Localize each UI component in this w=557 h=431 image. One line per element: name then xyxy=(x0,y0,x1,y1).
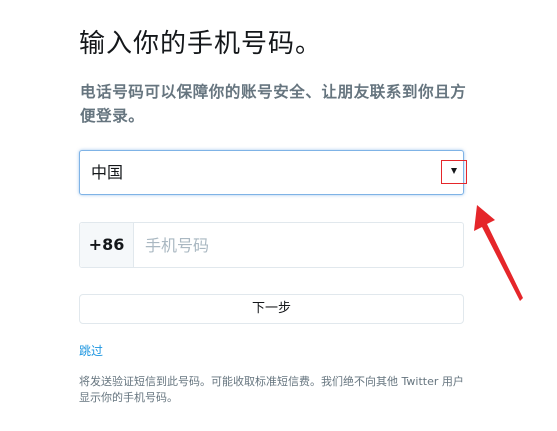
annotation-highlight-box xyxy=(441,160,467,184)
page-subtitle: 电话号码可以保障你的账号安全、让朋友联系到你且方便登录。 xyxy=(80,83,467,125)
country-select-value: 中国 xyxy=(91,163,124,182)
skip-link[interactable]: 跳过 xyxy=(79,343,103,359)
next-button[interactable]: 下一步 xyxy=(79,294,464,324)
phone-number-input[interactable] xyxy=(135,223,455,267)
annotation-arrow-icon xyxy=(474,205,523,301)
phone-number-group: +86 xyxy=(79,222,464,268)
country-code: +86 xyxy=(80,223,134,267)
sms-notice: 将发送验证短信到此号码。可能收取标准短信费。我们绝不向其他 Twitter 用户… xyxy=(79,375,464,404)
country-select[interactable]: 中国 xyxy=(79,150,464,195)
page-title: 输入你的手机号码。 xyxy=(79,29,323,59)
